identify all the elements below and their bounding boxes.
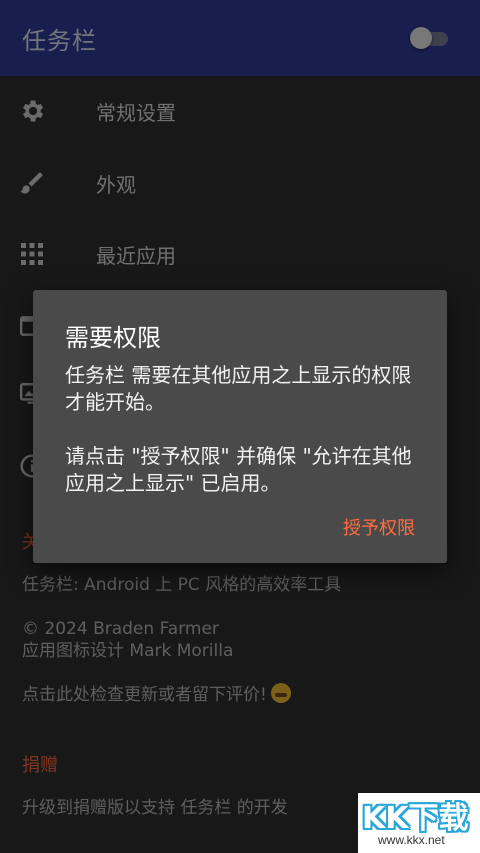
dialog-message: 任务栏 需要在其他应用之上显示的权限才能开始。 请点击 "授予权限" 并确保 "… [65, 363, 412, 495]
grant-permission-button[interactable]: 授予权限 [343, 514, 415, 540]
permission-dialog: 需要权限 任务栏 需要在其他应用之上显示的权限才能开始。 请点击 "授予权限" … [33, 290, 447, 563]
watermark-url: www.kkx.net [378, 833, 445, 847]
watermark-logo: KK下载 www.kkx.net [358, 793, 480, 853]
watermark-logo-text: KK下载 [362, 801, 469, 836]
dialog-title: 需要权限 [65, 324, 161, 352]
